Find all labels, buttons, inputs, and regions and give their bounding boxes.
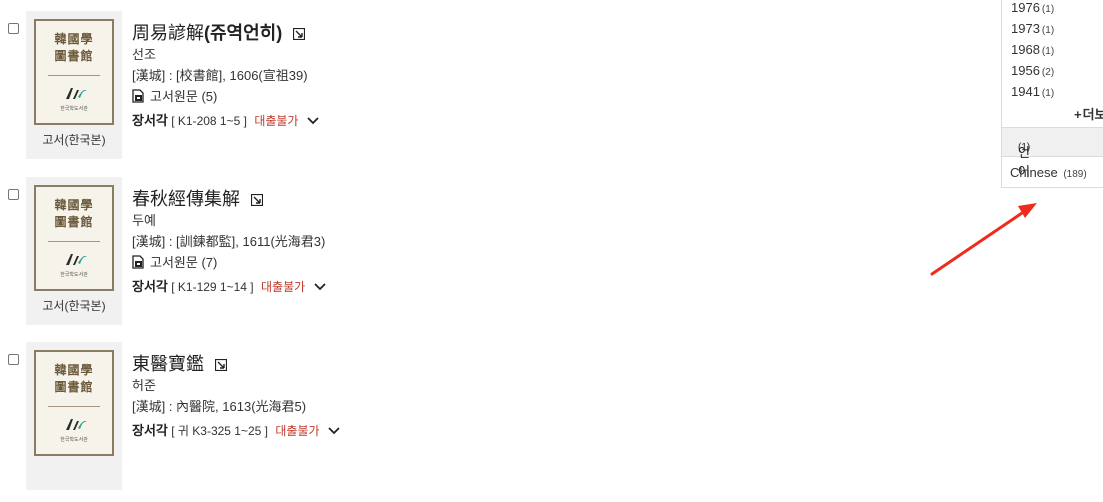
annotation-arrow (930, 203, 1037, 276)
